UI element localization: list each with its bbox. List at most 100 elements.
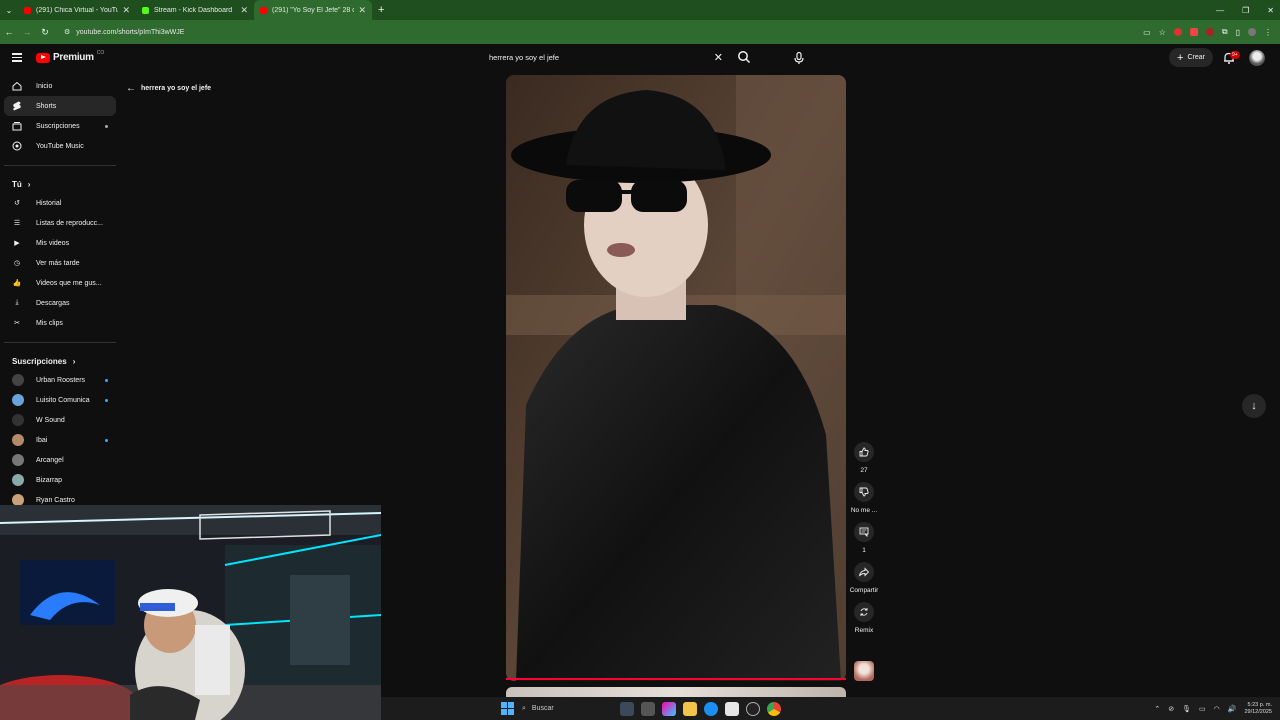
browser-tab[interactable]: Stream - Kick Dashboard ✕ (136, 0, 254, 20)
thumbs-up-icon[interactable] (854, 442, 874, 462)
sidebar-icon[interactable]: ▯ (1236, 28, 1240, 37)
microphone-icon[interactable] (792, 51, 806, 65)
volume-icon[interactable]: 🔊 (1228, 705, 1237, 713)
channel-avatar (12, 414, 24, 426)
sidebar-item-historial[interactable]: ↺ Historial (4, 193, 116, 213)
sidebar-item-inicio[interactable]: Inicio (4, 76, 116, 96)
edge-icon[interactable] (704, 701, 718, 716)
sidebar: Inicio Shorts Suscripciones YouTube Musi… (4, 76, 116, 510)
sidebar-sub-arcangel[interactable]: Arcangel (4, 450, 116, 470)
close-window-icon[interactable]: ✕ (1267, 6, 1274, 15)
close-tab-icon[interactable]: ✕ (358, 5, 366, 16)
sidebar-item-mis-videos[interactable]: ▶ Mis videos (4, 233, 116, 253)
windows-taskbar: ⌕ Buscar ⌃ ⊘ 🎙 ▭ ◠ 🔊 5:23 p. m. 29/12/20… (381, 697, 1280, 720)
chrome-icon[interactable] (767, 701, 781, 716)
browser-tab[interactable]: (291) Chica Virtual - YouTube ✕ (18, 0, 136, 20)
sidebar-item-suscripciones[interactable]: Suscripciones (4, 116, 116, 136)
dislike-action[interactable]: No me ... (846, 482, 882, 514)
search-input[interactable]: herrera yo soy el jefe (483, 53, 714, 62)
adblock-icon[interactable] (1189, 28, 1198, 36)
sidebar-section-you[interactable]: Tú › (4, 175, 116, 193)
sidebar-item-ver-mas-tarde[interactable]: ◷ Ver más tarde (4, 253, 116, 273)
wifi-icon[interactable]: ◠ (1214, 705, 1220, 713)
sidebar-item-youtube-music[interactable]: YouTube Music (4, 136, 116, 156)
thumbs-down-icon[interactable] (854, 482, 874, 502)
sidebar-item-listas[interactable]: ☰ Listas de reproducc... (4, 213, 116, 233)
forward-icon[interactable]: → (18, 27, 36, 37)
webcam-overlay (0, 505, 381, 720)
puzzle-icon[interactable]: ⧉ (1222, 27, 1228, 37)
shorts-video-player[interactable] (506, 75, 846, 681)
sidebar-sub-urban-roosters[interactable]: Urban Roosters (4, 370, 116, 390)
file-explorer-icon[interactable] (683, 701, 697, 716)
sidebar-divider (4, 342, 116, 343)
comment-icon[interactable] (854, 522, 874, 542)
share-action[interactable]: Compartir (846, 562, 882, 594)
extensions-area: ▭ ☆ ⧉ ▯ ⋮ (1143, 20, 1272, 44)
minimize-icon[interactable]: — (1216, 6, 1224, 15)
close-tab-icon[interactable]: ✕ (240, 5, 248, 16)
shorts-actions: 27 No me ... 1 Compartir Remix (846, 442, 882, 642)
browser-tab-bar: ⌄ (291) Chica Virtual - YouTube ✕ Stream… (0, 0, 1280, 20)
next-short-preview[interactable] (506, 687, 846, 697)
display-icon[interactable]: ▭ (1199, 705, 1206, 713)
new-content-dot (105, 438, 108, 442)
remix-action[interactable]: Remix (846, 602, 882, 634)
taskbar-search[interactable]: ⌕ Buscar (522, 705, 612, 713)
extension-icon[interactable] (1205, 28, 1214, 36)
site-info-icon[interactable]: ⚙ (64, 28, 70, 36)
youtube-play-icon (36, 52, 50, 63)
sidebar-sub-ibai[interactable]: Ibai (4, 430, 116, 450)
reload-icon[interactable]: ↻ (36, 27, 54, 38)
profile-icon[interactable] (1248, 28, 1256, 36)
next-video-button[interactable]: ↓ (1242, 394, 1266, 418)
close-tab-icon[interactable]: ✕ (122, 5, 130, 16)
new-content-dot (105, 398, 108, 402)
my-videos-icon: ▶ (14, 240, 20, 247)
sidebar-item-videos-que-me-gustan[interactable]: 👍 Videos que me gus... (4, 273, 116, 293)
clock[interactable]: 5:23 p. m. 29/12/2025 (1244, 702, 1272, 716)
like-action[interactable]: 27 (846, 442, 882, 474)
menu-dots-icon[interactable]: ⋮ (1264, 28, 1272, 37)
youtube-premium-logo[interactable]: Premium CO (36, 50, 104, 63)
obs-icon[interactable] (746, 701, 760, 716)
microphone-tray-icon[interactable]: 🎙 (1182, 705, 1191, 713)
browser-tab-active[interactable]: (291) "Yo Soy El Jefe" 28 de di... ✕ (254, 0, 372, 20)
task-view-icon[interactable] (641, 701, 655, 716)
bookmark-star-icon[interactable]: ☆ (1159, 28, 1166, 37)
sidebar-sub-bizarrap[interactable]: Bizarrap (4, 470, 116, 490)
url-field[interactable]: ⚙ youtube.com/shorts/pImThi3wWJE (64, 28, 184, 37)
tab-search-button[interactable]: ⌄ (0, 0, 18, 20)
chevron-up-icon[interactable]: ⌃ (1154, 705, 1160, 713)
sidebar-section-subscriptions[interactable]: Suscripciones › (4, 352, 116, 370)
sidebar-item-descargas[interactable]: ⤓ Descargas (4, 293, 116, 313)
extension-icon[interactable] (1173, 28, 1182, 36)
restore-icon[interactable]: ❐ (1242, 6, 1249, 15)
remix-icon[interactable] (854, 602, 874, 622)
sound-channel-thumbnail[interactable] (854, 661, 874, 681)
search-icon[interactable] (737, 50, 753, 66)
widgets-icon[interactable] (620, 701, 634, 716)
video-progress-bar[interactable] (506, 678, 846, 680)
new-tab-button[interactable]: + (378, 4, 384, 16)
sidebar-item-mis-clips[interactable]: ✂ Mis clips (4, 313, 116, 333)
windows-start-icon[interactable] (501, 701, 515, 716)
sidebar-item-shorts[interactable]: Shorts (4, 96, 116, 116)
cast-icon[interactable]: ▭ (1143, 28, 1151, 37)
back-icon[interactable]: ← (0, 27, 18, 37)
comments-action[interactable]: 1 (846, 522, 882, 554)
share-icon[interactable] (854, 562, 874, 582)
create-button[interactable]: + Crear (1169, 48, 1213, 67)
sidebar-sub-w-sound[interactable]: W Sound (4, 410, 116, 430)
hamburger-menu-icon[interactable] (12, 53, 22, 64)
store-icon[interactable] (725, 701, 739, 716)
arrow-down-icon: ↓ (1251, 400, 1257, 412)
new-content-dot (105, 124, 108, 128)
back-to-search-link[interactable]: ← herrera yo soy el jefe (126, 83, 211, 94)
account-avatar[interactable] (1249, 50, 1265, 66)
copilot-icon[interactable] (662, 701, 676, 716)
sidebar-sub-luisito-comunica[interactable]: Luisito Comunica (4, 390, 116, 410)
clear-search-icon[interactable]: ✕ (714, 51, 723, 64)
search-box[interactable]: herrera yo soy el jefe ✕ (483, 48, 753, 67)
network-off-icon[interactable]: ⊘ (1168, 705, 1174, 713)
